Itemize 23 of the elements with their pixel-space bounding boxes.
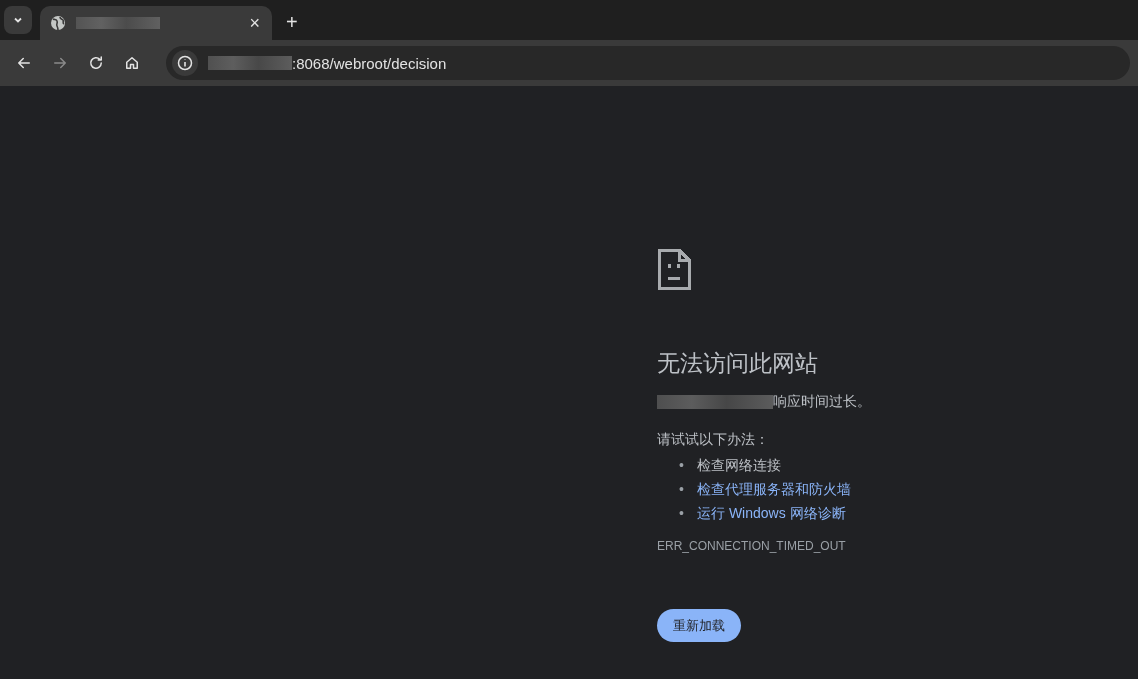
sad-page-icon <box>657 248 691 290</box>
site-info-button[interactable] <box>172 50 198 76</box>
reload-icon <box>87 54 105 72</box>
suggestions-heading: 请试试以下办法： <box>657 431 769 449</box>
address-bar[interactable]: :8068/webroot/decision <box>166 46 1130 80</box>
tab-list-button[interactable] <box>4 6 32 34</box>
reload-page-button[interactable]: 重新加载 <box>657 609 741 642</box>
suggestion-link[interactable]: 运行 Windows 网络诊断 <box>697 501 846 525</box>
bullet: • <box>679 480 685 499</box>
globe-icon <box>50 15 66 31</box>
info-icon <box>177 55 193 71</box>
suggestion-text: 检查网络连接 <box>697 456 781 475</box>
error-code: ERR_CONNECTION_TIMED_OUT <box>657 539 846 553</box>
close-tab-button[interactable]: × <box>247 12 262 34</box>
home-icon <box>123 54 141 72</box>
error-title: 无法访问此网站 <box>657 349 818 378</box>
url-text: :8068/webroot/decision <box>292 54 447 72</box>
browser-tab[interactable]: × <box>40 6 272 40</box>
bullet: • <box>679 456 685 475</box>
bullet: • <box>679 504 685 523</box>
error-message: 响应时间过长。 <box>773 393 871 411</box>
suggestion-link[interactable]: 检查代理服务器和防火墙 <box>697 477 851 501</box>
new-tab-button[interactable]: + <box>280 11 304 34</box>
